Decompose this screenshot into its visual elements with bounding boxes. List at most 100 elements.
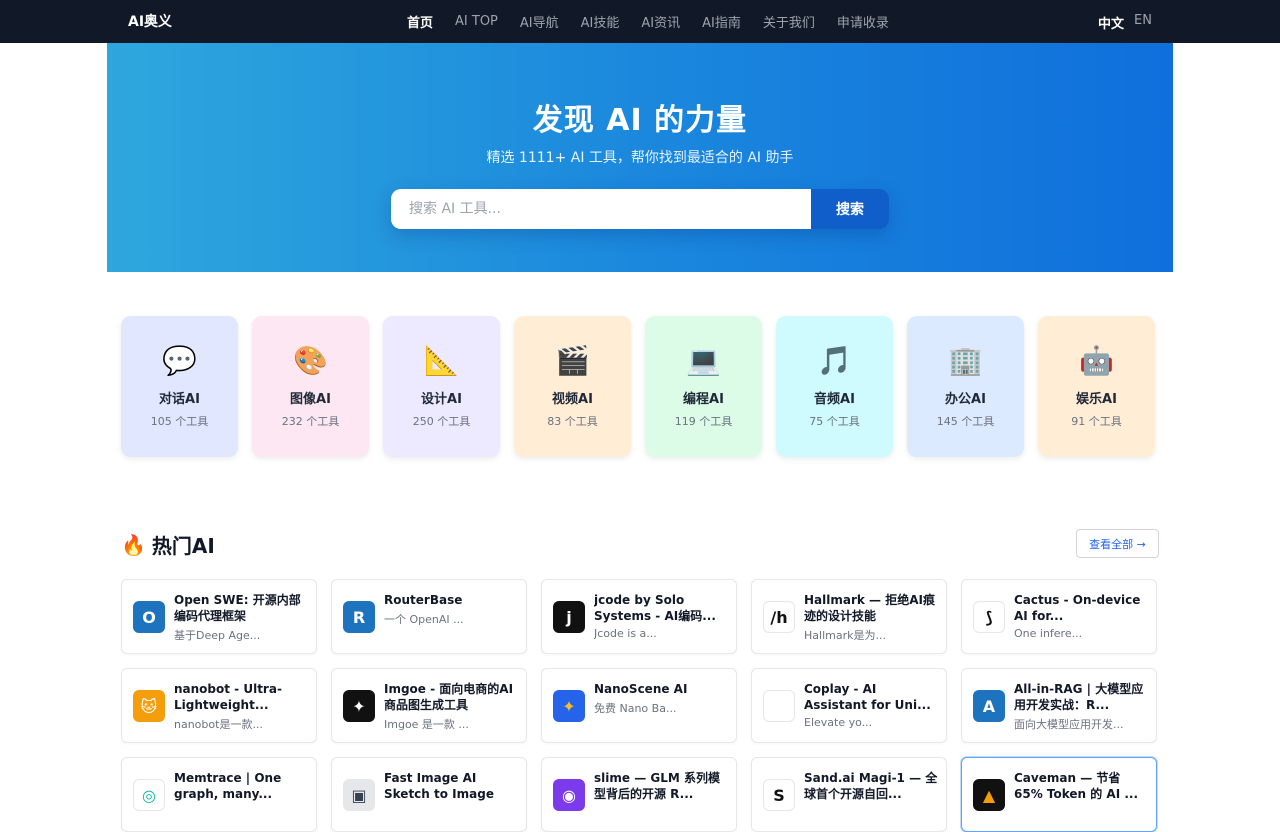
category-count: 250 个工具 (412, 415, 471, 428)
tool-logo-icon: /h (763, 601, 795, 633)
category-card[interactable]: 🎨 图像AI 232 个工具 (252, 316, 369, 457)
tool-name: Imgoe - 面向电商的AI 商品图生成工具 (384, 682, 514, 712)
tool-logo-icon (763, 690, 795, 722)
tool-logo-icon: ▲ (973, 779, 1005, 811)
hot-section-title: 🔥 热门AI (121, 530, 215, 559)
category-name: 编程AI (683, 392, 724, 407)
category-name: 音频AI (814, 392, 855, 407)
category-card[interactable]: 🤖 娱乐AI 91 个工具 (1038, 316, 1155, 457)
tool-name: Hallmark — 拒绝AI痕迹的设计技能 (804, 593, 935, 623)
office-building-icon: 🏢 (948, 344, 983, 377)
tool-logo-icon: ◎ (133, 779, 165, 811)
palette-icon: 🎨 (293, 344, 328, 377)
language-switcher: 中文 EN (1098, 13, 1152, 32)
tool-name: slime — GLM 系列模型背后的开源 R... (594, 771, 720, 801)
tool-logo-icon: O (133, 601, 165, 633)
nav-ai-guide[interactable]: AI指南 (691, 12, 752, 31)
tool-description: 一个 OpenAI ... (384, 613, 464, 626)
music-note-icon: 🎵 (817, 344, 852, 377)
tool-logo-icon: R (343, 601, 375, 633)
tool-card[interactable]: ◎ Memtrace | One graph, many... (121, 757, 317, 832)
view-all-button[interactable]: 查看全部 → (1076, 529, 1159, 558)
tool-name: jcode by Solo Systems - AI编码... (594, 593, 716, 623)
tool-description: 免费 Nano Ba... (594, 702, 677, 715)
tool-card[interactable]: A All-in-RAG | 大模型应用开发实战：R... 面向大模型应用开发... (961, 668, 1157, 743)
tool-description: Hallmark是为... (804, 629, 886, 642)
nav-ai-skills[interactable]: AI技能 (570, 12, 631, 31)
tool-card[interactable]: ✦ Imgoe - 面向电商的AI 商品图生成工具 Imgoe 是一款 ... (331, 668, 527, 743)
category-count: 83 个工具 (547, 415, 598, 428)
tool-card[interactable]: 🐱 nanobot - Ultra-Lightweight... nanobot是一… (121, 668, 317, 743)
hero-subtitle: 精选 1111+ AI 工具，帮你找到最适合的 AI 助手 (486, 150, 794, 166)
tool-name: Sand.ai Magi-1 — 全球首个开源自回... (804, 771, 938, 801)
category-card[interactable]: 💬 对话AI 105 个工具 (121, 316, 238, 457)
tool-card[interactable]: ▣ Fast Image AI Sketch to Image (331, 757, 527, 832)
speech-bubble-icon: 💬 (162, 344, 197, 377)
nav-ai-directory[interactable]: AI导航 (509, 12, 570, 31)
clapper-board-icon: 🎬 (555, 344, 590, 377)
tool-name: Caveman — 节省 65% Token 的 AI ... (1014, 771, 1139, 801)
tool-description: Elevate yo... (804, 716, 873, 729)
hot-tools-grid: O Open SWE: 开源内部编码代理框架 基于Deep Age... R Route… (121, 579, 1157, 832)
tool-name: Open SWE: 开源内部编码代理框架 (174, 593, 301, 623)
tool-card[interactable]: ✦ NanoScene AI 免费 Nano Ba... (541, 668, 737, 743)
tool-card[interactable]: ◉ slime — GLM 系列模型背后的开源 R... (541, 757, 737, 832)
tool-card[interactable]: Coplay - AI Assistant for Uni... Elevate … (751, 668, 947, 743)
category-card[interactable]: 💻 编程AI 119 个工具 (645, 316, 762, 457)
top-navbar: AI奥义 首页 AI TOP AI导航 AI技能 AI资讯 AI指南 关于我们 … (0, 0, 1280, 43)
search-input[interactable] (391, 189, 811, 229)
tool-logo-icon: 🐱 (133, 690, 165, 722)
laptop-icon: 💻 (686, 344, 721, 377)
nav-ai-top[interactable]: AI TOP (444, 14, 509, 29)
tool-card[interactable]: R RouterBase 一个 OpenAI ... (331, 579, 527, 654)
tool-logo-icon: ▣ (343, 779, 375, 811)
tool-card[interactable]: ⟆ Cactus - On-device AI for... One infere.… (961, 579, 1157, 654)
nav-home[interactable]: 首页 (396, 12, 444, 31)
lang-zh-button[interactable]: 中文 (1098, 13, 1124, 32)
nav-links: 首页 AI TOP AI导航 AI技能 AI资讯 AI指南 关于我们 申请收录 (396, 0, 900, 43)
tool-description: One infere... (1014, 627, 1083, 640)
category-count: 232 个工具 (281, 415, 340, 428)
category-count: 119 个工具 (674, 415, 733, 428)
category-name: 娱乐AI (1076, 392, 1117, 407)
tool-description: Imgoe 是一款 ... (384, 718, 469, 731)
tool-name: NanoScene AI (594, 682, 688, 696)
tool-card[interactable]: O Open SWE: 开源内部编码代理框架 基于Deep Age... (121, 579, 317, 654)
tool-name: nanobot - Ultra-Lightweight... (174, 682, 282, 712)
tool-card[interactable]: S Sand.ai Magi-1 — 全球首个开源自回... (751, 757, 947, 832)
lang-en-button[interactable]: EN (1134, 13, 1152, 32)
category-card[interactable]: 🎬 视频AI 83 个工具 (514, 316, 631, 457)
category-name: 办公AI (945, 392, 986, 407)
tool-name: All-in-RAG | 大模型应用开发实战：R... (1014, 682, 1144, 712)
tool-logo-icon: ⟆ (973, 601, 1005, 633)
tool-card[interactable]: /h Hallmark — 拒绝AI痕迹的设计技能 Hallmark是为... (751, 579, 947, 654)
tool-name: Coplay - AI Assistant for Uni... (804, 682, 931, 712)
tool-card[interactable]: ▲ Caveman — 节省 65% Token 的 AI ... (961, 757, 1157, 832)
nav-ai-news[interactable]: AI资讯 (630, 12, 691, 31)
category-card[interactable]: 🎵 音频AI 75 个工具 (776, 316, 893, 457)
tool-card[interactable]: j jcode by Solo Systems - AI编码... Jcode is… (541, 579, 737, 654)
site-logo[interactable]: AI奥义 (128, 11, 172, 31)
tool-logo-icon: ✦ (343, 690, 375, 722)
tool-name: Cactus - On-device AI for... (1014, 593, 1141, 623)
tool-name: Memtrace | One graph, many... (174, 771, 282, 801)
tool-description: Jcode is a... (594, 627, 657, 640)
tool-logo-icon: S (763, 779, 795, 811)
category-count: 91 个工具 (1071, 415, 1122, 428)
tool-logo-icon: A (973, 690, 1005, 722)
search-button[interactable]: 搜索 (811, 189, 889, 229)
tool-name: Fast Image AI Sketch to Image (384, 771, 494, 801)
category-count: 145 个工具 (936, 415, 995, 428)
nav-about-us[interactable]: 关于我们 (752, 12, 826, 31)
search-bar: 搜索 (391, 189, 889, 229)
category-name: 图像AI (290, 392, 331, 407)
nav-submit-tool[interactable]: 申请收录 (826, 12, 900, 31)
category-card[interactable]: 🏢 办公AI 145 个工具 (907, 316, 1024, 457)
tool-logo-icon: ✦ (553, 690, 585, 722)
tool-name: RouterBase (384, 593, 463, 607)
category-card[interactable]: 📐 设计AI 250 个工具 (383, 316, 500, 457)
category-name: 对话AI (159, 392, 200, 407)
hero-title: 发现 AI 的力量 (532, 103, 748, 138)
category-name: 设计AI (421, 392, 462, 407)
category-count: 75 个工具 (809, 415, 860, 428)
